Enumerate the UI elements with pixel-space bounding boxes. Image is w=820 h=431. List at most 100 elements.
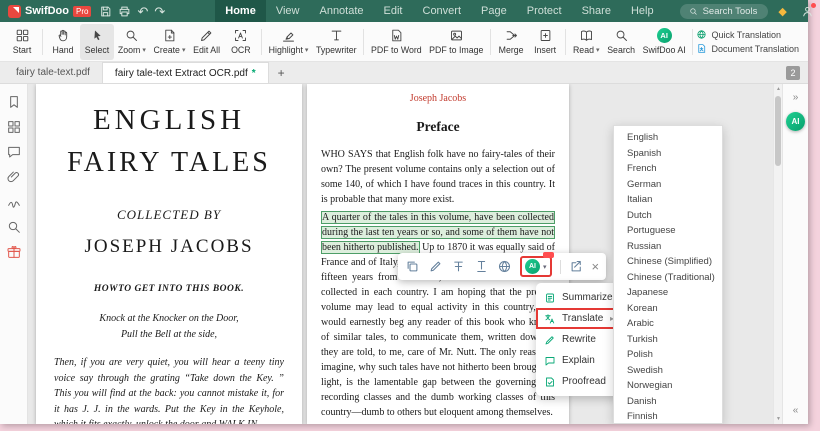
- language-option-chinese-traditional[interactable]: Chinese (Traditional): [614, 270, 722, 286]
- edit-pen-icon[interactable]: [428, 259, 443, 274]
- quick-translation-button[interactable]: Quick Translation: [696, 29, 799, 40]
- hand-button[interactable]: Hand: [46, 24, 80, 60]
- toolbar-separator: [692, 28, 694, 55]
- language-option-swedish[interactable]: Swedish: [614, 363, 722, 379]
- collapse-panel-icon[interactable]: »: [793, 92, 799, 103]
- app-window: SwifDoo Pro ↶ ↷ Home View Annotate Edit …: [0, 0, 816, 424]
- language-option-korean[interactable]: Korean: [614, 301, 722, 317]
- vertical-scrollbar[interactable]: ▲ ▼: [773, 84, 782, 424]
- language-option-norwegian[interactable]: Norwegian: [614, 378, 722, 394]
- gift-icon[interactable]: [6, 244, 22, 260]
- menu-home[interactable]: Home: [215, 0, 266, 22]
- select-button[interactable]: Select: [80, 23, 114, 60]
- ocr-icon: [235, 30, 247, 41]
- translate-icon: [544, 313, 556, 325]
- pdf-to-image-button[interactable]: PDF to Image: [425, 24, 487, 60]
- merge-button[interactable]: Merge: [494, 24, 528, 60]
- user-icon[interactable]: [799, 2, 817, 20]
- search-pages-icon[interactable]: [6, 219, 22, 235]
- language-option-danish[interactable]: Danish: [614, 394, 722, 410]
- annotations-icon[interactable]: [6, 144, 22, 160]
- page-1[interactable]: ENGLISH FAIRY TALES COLLECTED BY JOSEPH …: [36, 84, 302, 424]
- expand-panel-icon[interactable]: «: [793, 405, 799, 416]
- language-option-italian[interactable]: Italian: [614, 192, 722, 208]
- strikethrough-icon[interactable]: [451, 259, 466, 274]
- bookmark-icon[interactable]: [6, 94, 22, 110]
- ocr-button[interactable]: OCR: [224, 24, 258, 60]
- popup-separator: [559, 259, 561, 274]
- menu-page[interactable]: Page: [471, 0, 517, 22]
- thumbnails-icon[interactable]: [6, 119, 22, 135]
- left-sidebar: [0, 84, 28, 424]
- highlight-button[interactable]: Highlight ▾: [265, 24, 312, 60]
- ai-menu-summarize[interactable]: Summarize: [536, 287, 622, 308]
- language-option-turkish[interactable]: Turkish: [614, 332, 722, 348]
- print-icon[interactable]: [118, 2, 131, 20]
- language-option-portuguese[interactable]: Portuguese: [614, 223, 722, 239]
- ai-menu-explain[interactable]: Explain: [536, 350, 622, 371]
- search-tools-input[interactable]: Search Tools: [679, 3, 768, 19]
- language-option-arabic[interactable]: Arabic: [614, 316, 722, 332]
- new-tab-button[interactable]: +: [269, 66, 294, 80]
- copy-icon[interactable]: [405, 259, 420, 274]
- search-button[interactable]: Search: [603, 24, 639, 60]
- create-icon: [165, 29, 175, 42]
- read-button[interactable]: Read ▾: [569, 24, 603, 60]
- tab-fairy-tale-text[interactable]: fairy tale-text.pdf: [4, 62, 102, 83]
- caret-down-icon: ▾: [181, 47, 186, 54]
- menu-annotate[interactable]: Annotate: [309, 0, 373, 22]
- pdf-to-word-button[interactable]: PDF to Word: [367, 24, 425, 60]
- export-icon[interactable]: [569, 259, 584, 274]
- signature-icon[interactable]: [6, 194, 22, 210]
- language-option-polish[interactable]: Polish: [614, 347, 722, 363]
- language-option-spanish[interactable]: Spanish: [614, 146, 722, 162]
- menu-help[interactable]: Help: [621, 0, 664, 22]
- swifdoo-ai-button[interactable]: AI SwifDoo AI: [639, 24, 690, 60]
- premium-icon[interactable]: ◆: [774, 2, 792, 20]
- create-button[interactable]: Create ▾: [150, 24, 190, 60]
- ai-menu-proofread[interactable]: Proofread: [536, 371, 622, 392]
- menu-protect[interactable]: Protect: [517, 0, 572, 22]
- language-option-russian[interactable]: Russian: [614, 239, 722, 255]
- ai-assistant-fab[interactable]: AI: [786, 112, 805, 131]
- translate-globe-icon[interactable]: [497, 259, 512, 274]
- language-option-german[interactable]: German: [614, 177, 722, 193]
- swifdoo-logo-icon: [8, 4, 21, 18]
- tab-fairy-tale-extract-ocr[interactable]: fairy tale-text Extract OCR.pdf *: [101, 62, 269, 83]
- language-option-chinese-simplified[interactable]: Chinese (Simplified): [614, 254, 722, 270]
- ai-menu-translate[interactable]: Translate ▸: [536, 308, 622, 329]
- zoom-button[interactable]: Zoom ▾: [114, 24, 150, 60]
- language-option-english[interactable]: English: [614, 130, 722, 146]
- typewriter-button[interactable]: Typewriter: [312, 24, 360, 60]
- redo-icon[interactable]: ↷: [154, 2, 165, 20]
- language-option-japanese[interactable]: Japanese: [614, 285, 722, 301]
- menu-edit[interactable]: Edit: [374, 0, 413, 22]
- caret-down-icon: ▾: [142, 47, 146, 54]
- close-icon[interactable]: ×: [592, 260, 600, 273]
- document-translation-button[interactable]: Document Translation: [696, 43, 799, 54]
- underline-icon[interactable]: [474, 259, 489, 274]
- language-option-dutch[interactable]: Dutch: [614, 208, 722, 224]
- search-icon: [616, 30, 627, 41]
- caret-down-icon: ▾: [543, 263, 547, 271]
- language-option-finnish[interactable]: Finnish: [614, 409, 722, 423]
- attachment-icon[interactable]: [6, 169, 22, 185]
- insert-button[interactable]: Insert: [528, 24, 562, 60]
- swifdoo-ai-icon: AI: [656, 28, 672, 43]
- highlight-icon: [283, 32, 294, 42]
- menu-view[interactable]: View: [266, 0, 310, 22]
- scrollbar-thumb[interactable]: [775, 96, 781, 166]
- ai-popup-button[interactable]: AI ▾: [520, 252, 554, 277]
- tab-counter-badge[interactable]: 2: [786, 65, 800, 80]
- menu-share[interactable]: Share: [572, 0, 621, 22]
- page-header-author: Joseph Jacobs: [409, 93, 467, 104]
- menu-convert[interactable]: Convert: [413, 0, 472, 22]
- language-option-french[interactable]: French: [614, 161, 722, 177]
- app-logo: SwifDoo Pro: [8, 4, 92, 18]
- start-button[interactable]: Start: [5, 24, 39, 60]
- ai-menu-rewrite[interactable]: Rewrite: [536, 329, 622, 350]
- book-title-line2: FAIRY TALES: [67, 147, 271, 178]
- save-icon[interactable]: [99, 2, 112, 20]
- undo-icon[interactable]: ↶: [137, 2, 148, 20]
- edit-all-button[interactable]: Edit All: [189, 24, 224, 60]
